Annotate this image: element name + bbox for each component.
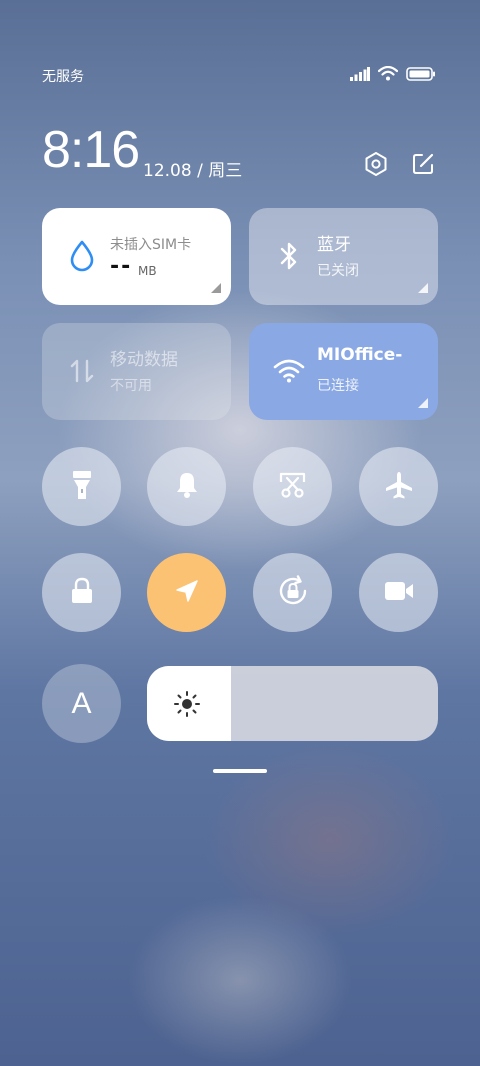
- ringer-toggle[interactable]: [147, 447, 226, 526]
- clock-time: 8:16: [42, 121, 140, 179]
- wifi-icon: [273, 355, 305, 387]
- lock-icon: [69, 577, 95, 609]
- home-indicator[interactable]: [213, 769, 267, 773]
- data-usage-tile[interactable]: 未插入SIM卡 -- MB: [42, 208, 231, 305]
- expand-corner-icon: [418, 283, 428, 293]
- expand-corner-icon: [211, 283, 221, 293]
- expand-corner-icon: [418, 398, 428, 408]
- font-size-button[interactable]: A: [42, 664, 121, 743]
- settings-icon[interactable]: [362, 150, 390, 178]
- screen-recorder-toggle[interactable]: [359, 553, 438, 632]
- flashlight-toggle[interactable]: [42, 447, 121, 526]
- flashlight-icon: [71, 469, 93, 505]
- brightness-icon: [173, 690, 201, 722]
- bluetooth-tile[interactable]: 蓝牙 已关闭: [249, 208, 438, 305]
- bluetooth-icon: [273, 240, 305, 272]
- location-toggle[interactable]: [147, 553, 226, 632]
- screen-lock-toggle[interactable]: [42, 553, 121, 632]
- wifi-tile[interactable]: MIOffice- 已连接: [249, 323, 438, 420]
- screenshot-icon: [278, 470, 308, 504]
- mobile-data-status: 不可用: [110, 378, 152, 394]
- bluetooth-title: 蓝牙: [317, 235, 351, 255]
- wifi-network-name: MIOffice-: [317, 345, 403, 365]
- signal-icon: [350, 66, 370, 85]
- video-icon: [383, 579, 415, 607]
- carrier-status: 无服务: [42, 69, 84, 85]
- battery-icon: [406, 66, 436, 85]
- screenshot-toggle[interactable]: [253, 447, 332, 526]
- status-icons: [350, 65, 436, 85]
- location-icon: [173, 577, 201, 609]
- wifi-icon: [377, 65, 399, 85]
- bluetooth-status: 已关闭: [317, 263, 359, 279]
- rotation-lock-icon: [276, 574, 310, 612]
- brightness-slider[interactable]: [147, 666, 438, 741]
- mobile-data-title: 移动数据: [110, 350, 178, 370]
- mobile-data-tile[interactable]: 移动数据 不可用: [42, 323, 231, 420]
- edit-icon[interactable]: [409, 150, 437, 178]
- font-size-label: A: [71, 686, 92, 720]
- data-value: --: [110, 254, 133, 279]
- rotation-lock-toggle[interactable]: [253, 553, 332, 632]
- mobile-data-icon: [66, 355, 98, 387]
- sim-status-label: 未插入SIM卡: [110, 237, 192, 253]
- airplane-icon: [384, 470, 414, 504]
- water-drop-icon: [66, 240, 98, 272]
- bell-icon: [174, 471, 200, 503]
- airplane-mode-toggle[interactable]: [359, 447, 438, 526]
- wifi-status: 已连接: [317, 378, 359, 394]
- clock-date: 12.08 / 周三: [143, 161, 243, 181]
- data-unit: MB: [138, 264, 157, 278]
